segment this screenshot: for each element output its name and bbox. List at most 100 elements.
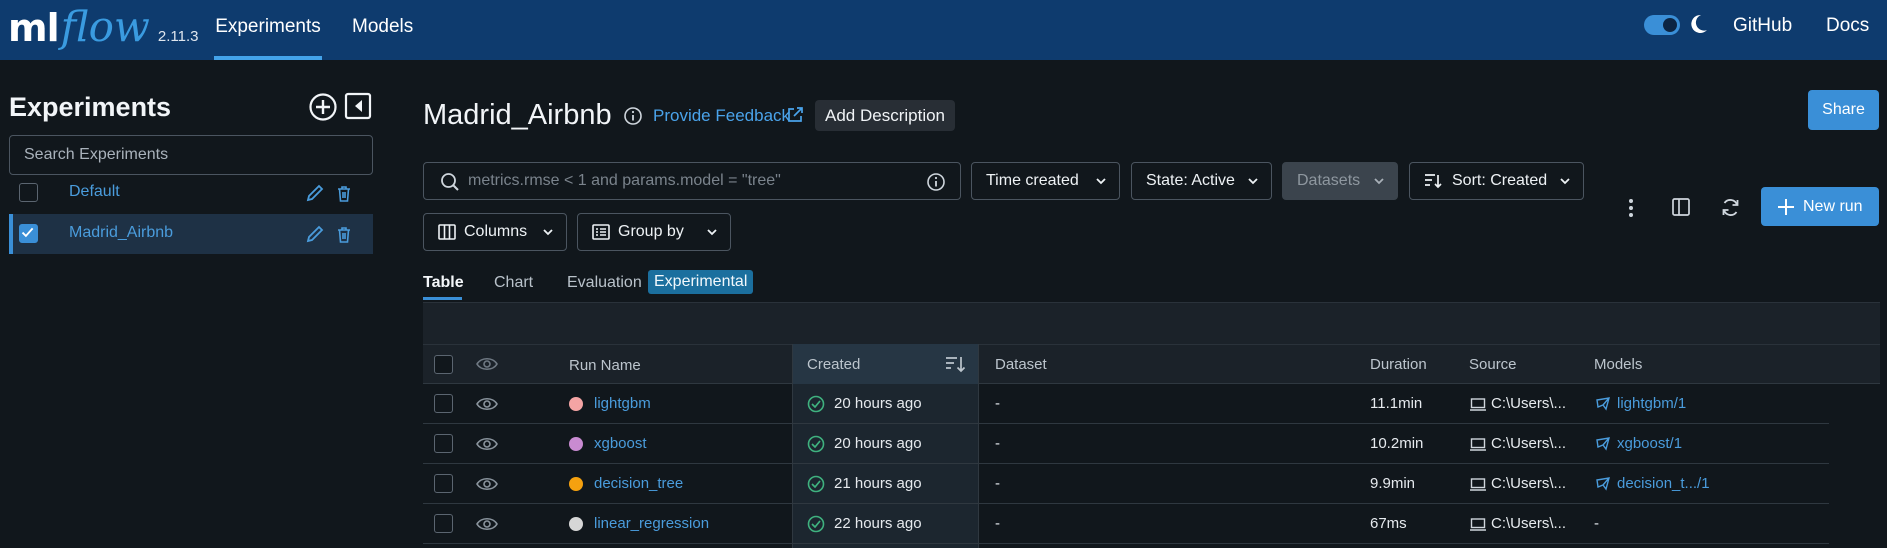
experiment-checkbox[interactable] [19,183,38,202]
eye-icon[interactable] [476,355,498,373]
run-name-link[interactable]: decision_tree [594,475,683,492]
nav-tab-models[interactable]: Models [352,0,413,60]
column-header-models[interactable]: Models [1594,356,1642,373]
version-label: 2.11.3 [157,28,199,45]
group-by-label: Group by [618,223,684,240]
source-value[interactable]: C:\Users\... [1491,435,1566,452]
row-checkbox[interactable] [434,434,453,453]
column-header-dataset[interactable]: Dataset [995,356,1047,373]
run-name-link[interactable]: linear_regression [594,515,709,532]
chevron-down-icon [1248,178,1258,185]
run-color-dot[interactable] [569,517,583,531]
table-row[interactable]: decision_tree 21 hours ago - 9.9min C:\Users… [423,464,1829,504]
tab-chart[interactable]: Chart [494,274,533,292]
dataset-value: - [995,395,1000,412]
state-dropdown[interactable]: State: Active [1131,162,1272,200]
group-by-dropdown[interactable]: Group by [577,213,731,251]
eye-icon[interactable] [476,395,498,413]
duration-value: 10.2min [1370,435,1424,452]
computer-icon [1470,478,1486,491]
edit-icon[interactable] [305,183,325,203]
provide-feedback-link[interactable]: Provide Feedback [653,106,790,126]
source-value[interactable]: C:\Users\... [1491,475,1566,492]
more-options-icon[interactable] [1622,196,1640,220]
sort-dropdown[interactable]: Sort: Created [1409,162,1584,200]
moon-icon [1691,14,1707,33]
sort-icon [1425,174,1442,189]
info-icon[interactable] [623,106,643,126]
table-row[interactable]: xgboost 20 hours ago - 10.2min C:\Users\... x… [423,424,1829,464]
eye-icon[interactable] [476,435,498,453]
info-icon[interactable] [926,172,946,192]
delete-icon[interactable] [334,225,354,245]
tab-table[interactable]: Table [423,274,464,292]
source-value[interactable]: C:\Users\... [1491,395,1566,412]
experiment-search-input[interactable] [9,135,373,175]
select-all-checkbox[interactable] [434,355,453,374]
chevron-down-icon [1096,178,1106,185]
nav-tab-experiments[interactable]: Experiments [214,0,322,60]
dark-mode-toggle[interactable] [1644,15,1680,35]
status-finished-icon [807,435,825,453]
experiment-item-default[interactable]: Default [9,173,373,213]
table-row[interactable]: lightgbm 20 hours ago - 11.1min C:\Users\...… [423,384,1829,424]
share-button[interactable]: Share [1808,90,1879,130]
github-link[interactable]: GitHub [1733,15,1792,37]
new-run-button[interactable]: New run [1761,187,1879,226]
checkmark-icon [21,227,34,238]
create-experiment-icon[interactable] [308,92,338,122]
time-created-label: Time created [986,172,1079,189]
computer-icon [1470,518,1486,531]
run-name-link[interactable]: xgboost [594,435,647,452]
new-run-label: New run [1803,198,1863,215]
eye-icon[interactable] [476,515,498,533]
edit-icon[interactable] [305,224,325,244]
eye-icon[interactable] [476,475,498,493]
run-search-input[interactable] [468,169,908,193]
column-header-created[interactable]: Created [807,356,860,373]
row-checkbox[interactable] [434,394,453,413]
experiment-name[interactable]: Madrid_Airbnb [69,224,173,242]
refresh-icon[interactable] [1720,197,1741,218]
dataset-value: - [995,515,1000,532]
table-row[interactable]: linear_regression 22 hours ago - 67ms C:\Use… [423,504,1829,544]
run-color-dot[interactable] [569,437,583,451]
row-checkbox[interactable] [434,474,453,493]
sidebar-title: Experiments [9,92,172,122]
toggle-panel-icon[interactable] [1671,197,1691,217]
column-header-duration[interactable]: Duration [1370,356,1427,373]
tab-evaluation[interactable]: Evaluation [567,274,642,292]
experiment-name[interactable]: Default [69,183,120,201]
row-checkbox[interactable] [434,514,453,533]
model-link[interactable]: lightgbm/1 [1617,395,1686,412]
collapse-sidebar-icon[interactable] [344,92,372,120]
column-header-source[interactable]: Source [1469,356,1517,373]
run-color-dot[interactable] [569,477,583,491]
sort-descending-icon[interactable] [945,354,965,374]
column-header-run-name[interactable]: Run Name [569,357,641,374]
add-description-button[interactable]: Add Description [815,100,956,131]
run-color-dot[interactable] [569,397,583,411]
mlflow-logo[interactable]: ml flow 2.11.3 [8,2,198,52]
duration-value: 11.1min [1370,395,1423,412]
columns-icon [438,224,456,240]
model-icon [1596,437,1610,451]
model-link[interactable]: decision_t.../1 [1617,475,1710,492]
run-search-box[interactable] [423,162,961,200]
datasets-dropdown[interactable]: Datasets [1282,162,1398,200]
source-value[interactable]: C:\Users\... [1491,515,1566,532]
sort-label: Sort: Created [1452,172,1548,189]
external-link-icon[interactable] [786,106,804,124]
experiment-item-madrid-airbnb[interactable]: Madrid_Airbnb [9,214,373,254]
tab-active-indicator [423,297,462,300]
experiment-checkbox[interactable] [19,224,38,243]
columns-dropdown[interactable]: Columns [423,213,567,251]
delete-icon[interactable] [334,184,354,204]
docs-link[interactable]: Docs [1826,15,1869,37]
table-header: Run Name [423,344,1880,384]
logo-ml: ml [8,6,60,50]
status-finished-icon [807,395,825,413]
run-name-link[interactable]: lightgbm [594,395,651,412]
time-created-dropdown[interactable]: Time created [971,162,1120,200]
model-link[interactable]: xgboost/1 [1617,435,1682,452]
